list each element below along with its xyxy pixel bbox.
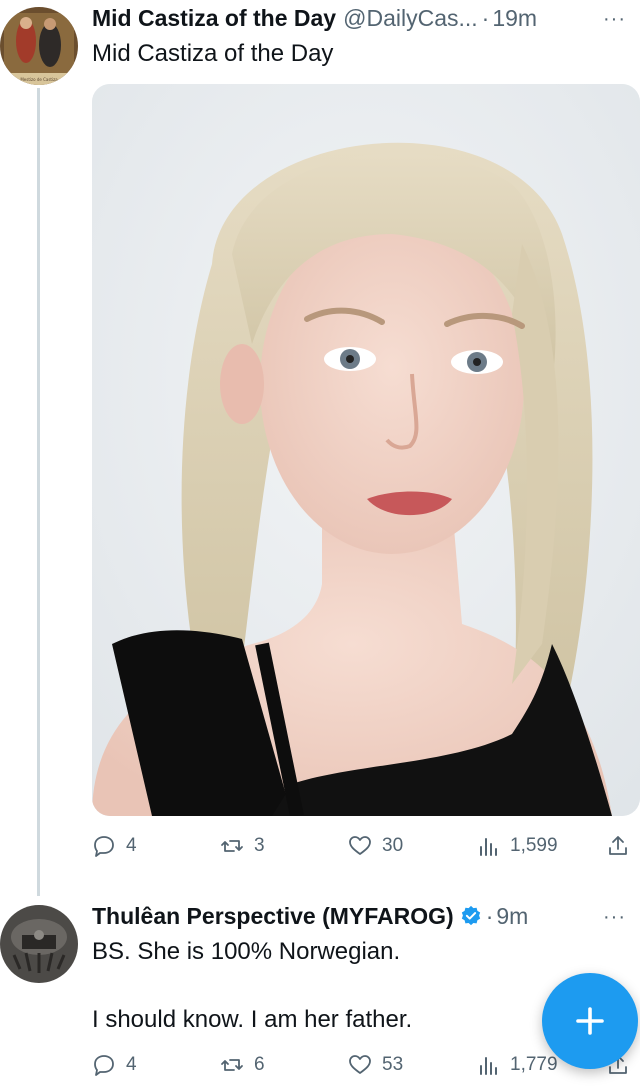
repost-icon [221, 1059, 243, 1071]
view-count: 1,779 [510, 1054, 558, 1075]
compose-plus-icon [576, 1007, 604, 1035]
thread-connector-line [37, 88, 40, 896]
repost-button[interactable]: 3 [220, 829, 265, 863]
compose-button[interactable] [542, 973, 638, 1069]
like-icon [349, 836, 371, 855]
reply-icon [94, 1055, 114, 1076]
separator: · [481, 4, 490, 31]
more-icon[interactable]: ··· [603, 906, 626, 929]
photo-portrait [92, 84, 640, 816]
view-count: 1,599 [510, 835, 558, 856]
like-button[interactable]: 30 [348, 829, 403, 863]
repost-count: 6 [254, 1054, 265, 1075]
timestamp[interactable]: 19m [492, 5, 537, 32]
tweet-header: Thulêan Perspective (MYFAROG) · 9m [92, 900, 528, 932]
like-count: 30 [382, 835, 404, 856]
repost-button[interactable]: 6 [220, 1048, 265, 1082]
avatar-painting-image: Mestizo de Castiza [0, 7, 78, 85]
tweet-action-bar: 4 3 30 1,599 [92, 829, 640, 863]
repost-icon [221, 840, 243, 852]
tweet-media-image[interactable] [92, 84, 640, 816]
reply-button[interactable]: 4 [92, 1048, 137, 1082]
views-button[interactable]: 1,779 [476, 1048, 558, 1082]
tweet-text-line: BS. She is 100% Norwegian. [92, 938, 401, 965]
like-icon [349, 1055, 371, 1074]
tweet-text: Mid Castiza of the Day [92, 40, 334, 67]
handle[interactable]: @DailyCas... [343, 5, 478, 32]
views-icon [480, 1057, 497, 1075]
avatar[interactable]: Mestizo de Castiza [0, 7, 78, 85]
reply-count: 4 [126, 1054, 137, 1075]
like-count: 53 [382, 1054, 404, 1075]
reply-icon [94, 836, 114, 857]
views-button[interactable]: 1,599 [476, 829, 558, 863]
repost-count: 3 [254, 835, 265, 856]
share-icon [609, 836, 627, 855]
timestamp[interactable]: 9m [496, 903, 528, 930]
reply-count: 4 [126, 835, 137, 856]
display-name[interactable]: Thulêan Perspective (MYFAROG) [92, 903, 454, 930]
avatar[interactable] [0, 905, 78, 983]
share-button[interactable] [606, 829, 630, 863]
avatar-dark-image [0, 905, 78, 983]
separator: · [485, 902, 494, 929]
tweet-header: Mid Castiza of the Day @DailyCas... · 19… [92, 2, 537, 34]
tweet-text-line: I should know. I am her father. [92, 1006, 413, 1033]
like-button[interactable]: 53 [348, 1048, 403, 1082]
reply-button[interactable]: 4 [92, 829, 137, 863]
more-icon[interactable]: ··· [603, 8, 626, 31]
display-name[interactable]: Mid Castiza of the Day [92, 5, 336, 32]
avatar-caption: Mestizo de Castiza [20, 77, 58, 82]
views-icon [480, 838, 497, 856]
verified-badge-icon [461, 905, 480, 926]
